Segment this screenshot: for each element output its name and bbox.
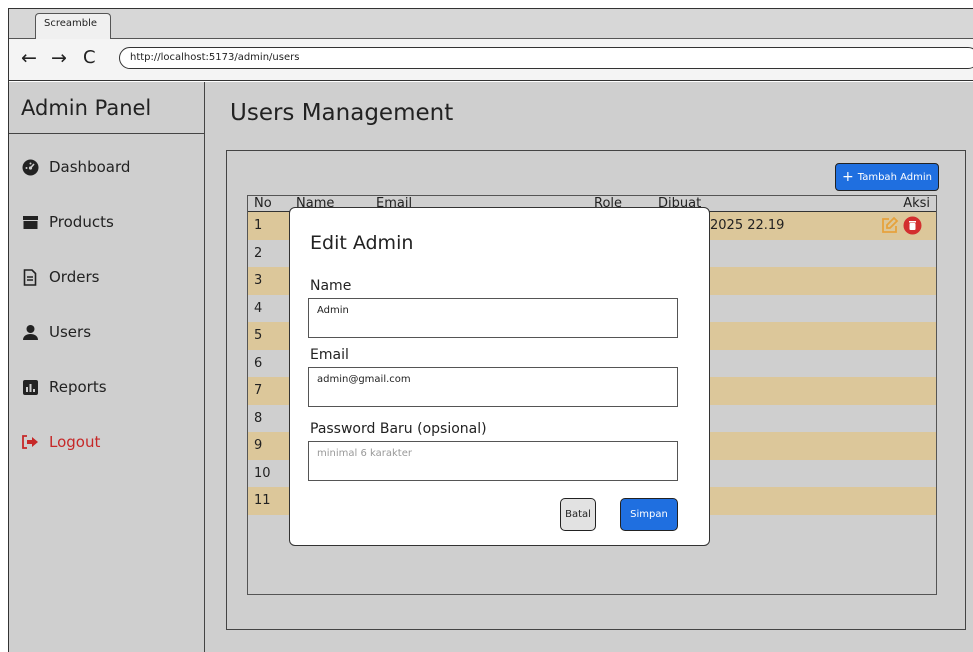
row-number: 8 bbox=[254, 410, 263, 426]
column-header-no: No bbox=[254, 196, 272, 211]
reports-icon bbox=[21, 378, 39, 396]
delete-icon[interactable] bbox=[903, 216, 922, 239]
sidebar-item-label: Products bbox=[49, 213, 114, 231]
sidebar-item-label: Dashboard bbox=[49, 158, 131, 176]
sidebar-item-label: Logout bbox=[49, 433, 101, 451]
edit-admin-modal: Edit Admin Name Admin Email admin@gmail.… bbox=[289, 207, 710, 546]
logout-icon bbox=[21, 433, 39, 451]
row-actions bbox=[880, 216, 922, 239]
row-number: 9 bbox=[254, 438, 263, 453]
tab-strip: Screamble bbox=[9, 9, 973, 39]
row-number: 4 bbox=[254, 300, 263, 316]
sidebar-item-products[interactable]: Products bbox=[21, 213, 114, 231]
email-field[interactable]: admin@gmail.com bbox=[308, 367, 678, 407]
row-number: 11 bbox=[254, 493, 271, 508]
plus-icon: + bbox=[842, 169, 854, 185]
row-number: 5 bbox=[254, 328, 263, 343]
modal-title: Edit Admin bbox=[310, 232, 414, 254]
column-header-aksi: Aksi bbox=[903, 196, 930, 211]
edit-icon[interactable] bbox=[880, 216, 899, 239]
password-field[interactable]: minimal 6 karakter bbox=[308, 441, 678, 481]
row-created: 2025 22.19 bbox=[710, 218, 785, 233]
url-bar[interactable]: http://localhost:5173/admin/users bbox=[119, 47, 973, 69]
page-title: Users Management bbox=[230, 100, 454, 126]
users-icon bbox=[21, 323, 39, 341]
sidebar-item-logout[interactable]: Logout bbox=[21, 433, 100, 451]
email-label: Email bbox=[310, 347, 349, 363]
sidebar-title: Admin Panel bbox=[9, 82, 204, 134]
orders-icon bbox=[21, 268, 39, 286]
row-number: 3 bbox=[254, 273, 263, 288]
back-icon[interactable]: ← bbox=[21, 47, 37, 69]
sidebar-item-orders[interactable]: Orders bbox=[21, 268, 99, 286]
sidebar-item-label: Users bbox=[49, 323, 92, 341]
reload-icon[interactable]: C bbox=[83, 47, 96, 69]
save-button[interactable]: Simpan bbox=[620, 498, 678, 531]
sidebar-item-users[interactable]: Users bbox=[21, 323, 91, 341]
sidebar-item-label: Orders bbox=[49, 268, 100, 286]
sidebar-item-reports[interactable]: Reports bbox=[21, 378, 107, 396]
row-number: 6 bbox=[254, 355, 263, 371]
cancel-button[interactable]: Batal bbox=[560, 498, 596, 531]
row-number: 10 bbox=[254, 465, 271, 481]
add-admin-button[interactable]: + Tambah Admin bbox=[835, 163, 939, 191]
browser-navbar: ← → C http://localhost:5173/admin/users bbox=[9, 39, 973, 81]
sidebar-item-dashboard[interactable]: Dashboard bbox=[21, 158, 130, 176]
row-number: 2 bbox=[254, 245, 263, 261]
forward-icon[interactable]: → bbox=[51, 47, 67, 69]
row-number: 7 bbox=[254, 383, 263, 398]
password-label: Password Baru (opsional) bbox=[310, 421, 487, 437]
row-number: 1 bbox=[254, 218, 263, 233]
dashboard-icon bbox=[21, 158, 39, 176]
name-field[interactable]: Admin bbox=[308, 298, 678, 338]
products-icon bbox=[21, 213, 39, 231]
add-admin-label: Tambah Admin bbox=[857, 171, 932, 183]
name-label: Name bbox=[310, 278, 352, 294]
browser-tab[interactable]: Screamble bbox=[35, 13, 111, 39]
sidebar-item-label: Reports bbox=[49, 378, 107, 396]
sidebar: Admin Panel Dashboard Products Orders Us… bbox=[9, 82, 205, 652]
